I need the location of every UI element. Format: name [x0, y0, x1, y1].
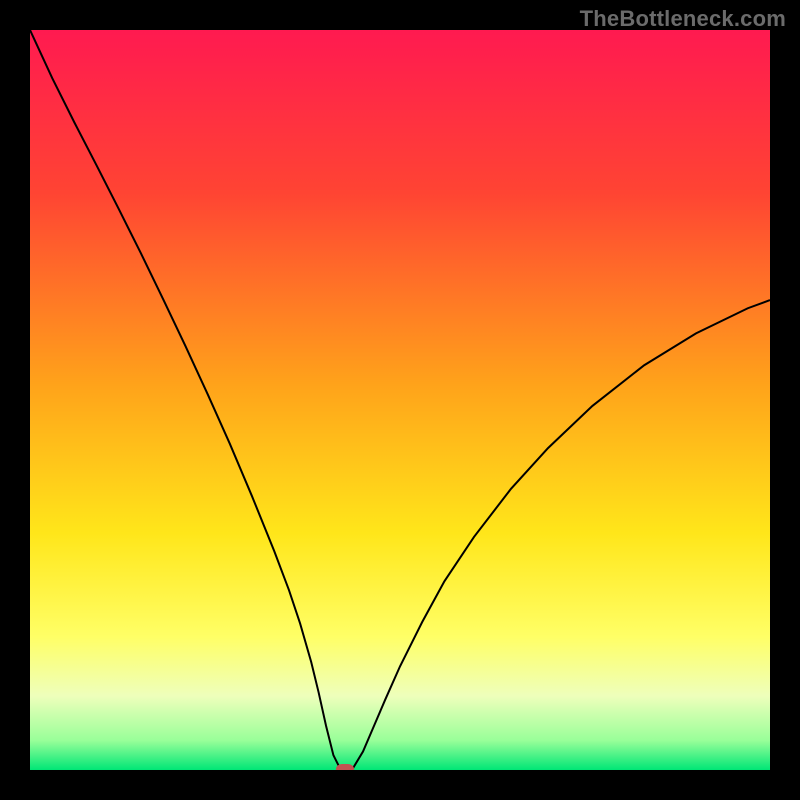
chart-frame: TheBottleneck.com	[0, 0, 800, 800]
curve-layer	[30, 30, 770, 770]
optimal-marker	[336, 764, 354, 770]
watermark-text: TheBottleneck.com	[580, 6, 786, 32]
plot-area	[30, 30, 770, 770]
bottleneck-curve	[30, 30, 770, 770]
